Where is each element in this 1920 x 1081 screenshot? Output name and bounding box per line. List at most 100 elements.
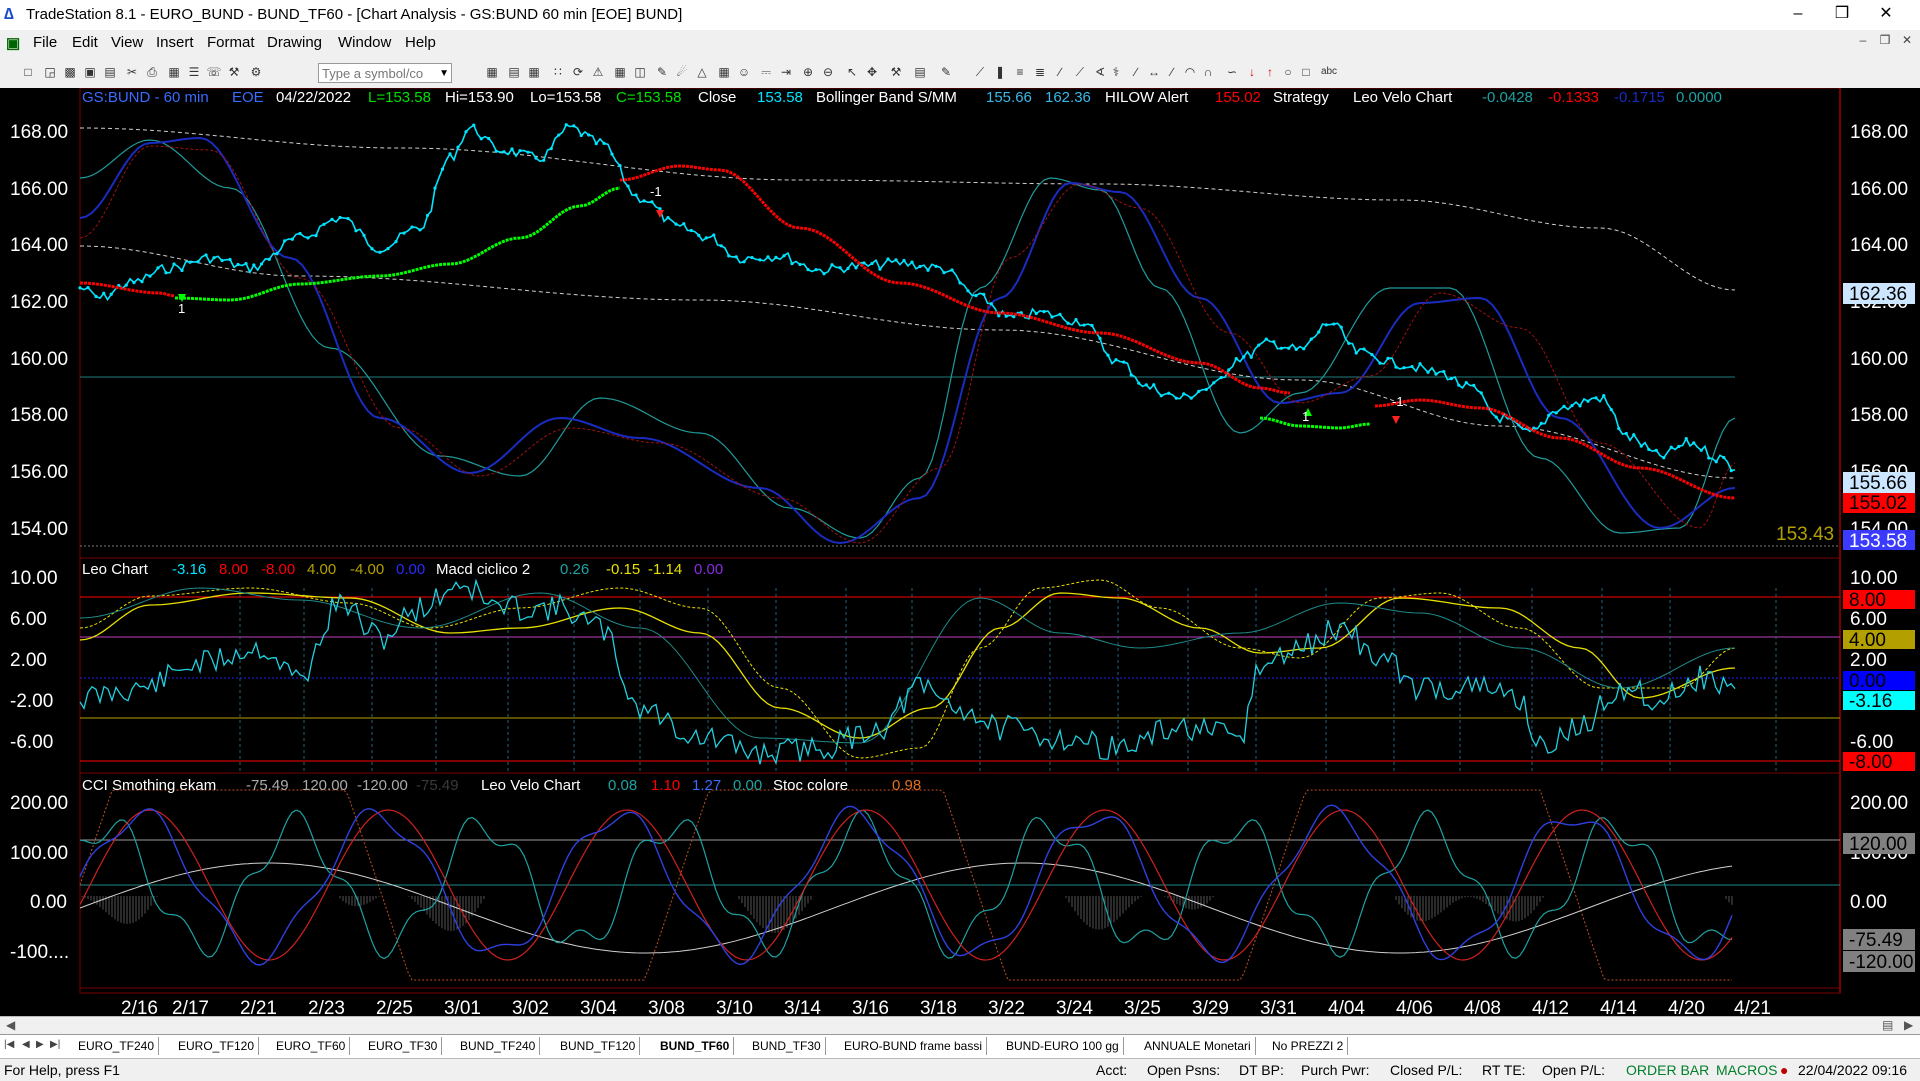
range-icon[interactable]: ↔ xyxy=(1146,64,1162,80)
arrow-up-icon[interactable]: ↑ xyxy=(1262,64,1278,80)
tab-bund-tf30[interactable]: BUND_TF30 xyxy=(748,1037,826,1055)
hammer-icon[interactable]: ⚒ xyxy=(888,64,904,80)
trendline-icon[interactable]: ⟋ xyxy=(972,64,988,80)
horizontal-scrollbar[interactable]: ◀ ▤ ▶ xyxy=(0,1016,1920,1035)
axis-tick-label: 10.00 xyxy=(10,568,58,589)
horizontal-lines-icon[interactable]: ≡ xyxy=(1012,64,1028,80)
analysis-icon[interactable]: ▦ xyxy=(716,64,732,80)
tab-annuale-monetari[interactable]: ANNUALE Monetari xyxy=(1140,1037,1256,1055)
date-label: 3/22 xyxy=(988,998,1025,1016)
symbol-input[interactable]: Type a symbol/co ▼ xyxy=(318,63,452,83)
print-icon[interactable]: ⎙ xyxy=(144,64,160,80)
parallel-lines-icon[interactable]: ∕ xyxy=(1164,64,1180,80)
menu-file[interactable]: File xyxy=(33,34,57,51)
drag-icon[interactable]: ✥ xyxy=(864,64,880,80)
cut-icon[interactable]: ✂ xyxy=(124,64,140,80)
gann-fan-icon[interactable]: ∢ xyxy=(1092,64,1108,80)
channel-icon[interactable]: ∕ xyxy=(1052,64,1068,80)
menu-insert[interactable]: Insert xyxy=(156,34,194,51)
mdi-minimize-button[interactable]: – xyxy=(1852,33,1874,53)
refresh-icon[interactable]: ⟳ xyxy=(570,64,586,80)
scroll-right-icon[interactable]: ▶ xyxy=(1904,1018,1913,1032)
note-icon[interactable]: ✎ xyxy=(938,64,954,80)
chart-window-icon[interactable]: ▣ xyxy=(6,34,20,52)
price-bar xyxy=(1402,366,1406,370)
pointer-icon[interactable]: ↖ xyxy=(844,64,860,80)
bars-icon[interactable]: ⎓ xyxy=(758,64,774,80)
date-label: 2/23 xyxy=(308,998,345,1016)
andrews-pitchfork-icon[interactable]: ⚕ xyxy=(1108,64,1124,80)
speedline-icon[interactable]: ⟋ xyxy=(1072,64,1088,80)
user-icon[interactable]: ☺ xyxy=(736,64,752,80)
minimize-button[interactable]: – xyxy=(1776,0,1820,30)
tab-euro-tf120[interactable]: EURO_TF120 xyxy=(174,1037,260,1055)
ellipse-icon[interactable]: ○ xyxy=(1280,64,1296,80)
tab-first-icon[interactable]: |◀ xyxy=(4,1039,14,1050)
freehand-icon[interactable]: ∽ xyxy=(1224,64,1240,80)
menu-edit[interactable]: Edit xyxy=(72,34,98,51)
tab-euro-bund-frame-bassi[interactable]: EURO-BUND frame bassi xyxy=(840,1037,988,1055)
save-icon[interactable]: ▩ xyxy=(62,64,78,80)
tab-next-icon[interactable]: ▶ xyxy=(36,1039,44,1050)
new-window-icon[interactable]: ▤ xyxy=(102,64,118,80)
scroll-thumb-icon[interactable]: ▤ xyxy=(1882,1018,1893,1032)
date-label: 2/25 xyxy=(376,998,413,1016)
chart-analysis-window[interactable]: GS:BUND - 60 min EOE 04/22/2022 L=153.58… xyxy=(0,88,1920,1016)
fibonacci-icon[interactable]: ≣ xyxy=(1032,64,1048,80)
strategy-icon[interactable]: ☄ xyxy=(674,64,690,80)
tab-bund-euro-100-gg[interactable]: BUND-EURO 100 gg xyxy=(1002,1037,1124,1055)
macros-button[interactable]: MACROS xyxy=(1716,1062,1777,1078)
tab-euro-tf30[interactable]: EURO_TF30 xyxy=(364,1037,443,1055)
tab-bund-tf240[interactable]: BUND_TF240 xyxy=(456,1037,541,1055)
menu-view[interactable]: View xyxy=(111,34,143,51)
chevron-down-icon[interactable]: ▼ xyxy=(439,64,449,84)
arc-icon[interactable]: ◠ xyxy=(1182,64,1198,80)
tab-bund-tf60[interactable]: BUND_TF60 xyxy=(656,1037,735,1055)
tab-last-icon[interactable]: ▶| xyxy=(50,1039,60,1050)
layout-icon[interactable]: ◫ xyxy=(632,64,648,80)
text-tool-icon[interactable]: abc xyxy=(1318,64,1340,80)
scatter-icon[interactable]: ∷ xyxy=(550,64,566,80)
settings-icon[interactable]: ⚙ xyxy=(248,64,264,80)
tools-icon[interactable]: ⚒ xyxy=(226,64,242,80)
maximize-button[interactable]: ❒ xyxy=(1820,0,1864,30)
paint-icon[interactable]: ✎ xyxy=(654,64,670,80)
menu-format[interactable]: Format xyxy=(207,34,255,51)
tab-euro-tf60[interactable]: EURO_TF60 xyxy=(272,1037,351,1055)
regression-icon[interactable]: ∕ xyxy=(1128,64,1144,80)
tab-no-prezzi-2[interactable]: No PREZZI 2 xyxy=(1268,1037,1349,1055)
price-bar xyxy=(362,233,366,237)
order-bar-button[interactable]: ORDER BAR xyxy=(1626,1062,1709,1078)
rectangle-icon[interactable]: □ xyxy=(1298,64,1314,80)
vertical-lines-icon[interactable]: ❚ xyxy=(992,64,1008,80)
format-icon[interactable]: ▦ xyxy=(612,64,628,80)
lock-icon[interactable]: ☏ xyxy=(206,64,222,80)
scroll-right-icon[interactable]: ⇥ xyxy=(778,64,794,80)
mdi-restore-button[interactable]: ❒ xyxy=(1874,33,1896,53)
chart-grid-icon[interactable]: ▦ xyxy=(166,64,182,80)
grid-icon[interactable]: ▦ xyxy=(526,64,542,80)
close-button[interactable]: ✕ xyxy=(1864,0,1908,30)
list-icon[interactable]: ☰ xyxy=(186,64,202,80)
alert-icon[interactable]: ⚠ xyxy=(590,64,606,80)
cycle-icon[interactable]: ∩ xyxy=(1200,64,1216,80)
tab-bund-tf120[interactable]: BUND_TF120 xyxy=(556,1037,641,1055)
axis-tick-label: -6.00 xyxy=(1850,732,1893,753)
data-window-icon[interactable]: ▤ xyxy=(912,64,928,80)
bar-chart-icon[interactable]: ▦ xyxy=(484,64,500,80)
scroll-left-icon[interactable]: ◀ xyxy=(6,1018,15,1032)
menu-window[interactable]: Window xyxy=(338,34,391,51)
arrow-down-icon[interactable]: ↓ xyxy=(1244,64,1260,80)
indicator-icon[interactable]: △ xyxy=(694,64,710,80)
zoom-in-icon[interactable]: ⊕ xyxy=(800,64,816,80)
open-folder-icon[interactable]: ◲ xyxy=(42,64,58,80)
menu-help[interactable]: Help xyxy=(405,34,436,51)
mdi-close-button[interactable]: ✕ xyxy=(1896,33,1918,53)
new-icon[interactable]: □ xyxy=(20,64,36,80)
window-icon[interactable]: ▤ xyxy=(506,64,522,80)
tab-euro-tf240[interactable]: EURO_TF240 xyxy=(74,1037,160,1055)
zoom-out-icon[interactable]: ⊖ xyxy=(820,64,836,80)
new-workspace-icon[interactable]: ▣ xyxy=(82,64,98,80)
tab-prev-icon[interactable]: ◀ xyxy=(22,1039,30,1050)
menu-drawing[interactable]: Drawing xyxy=(267,34,322,51)
